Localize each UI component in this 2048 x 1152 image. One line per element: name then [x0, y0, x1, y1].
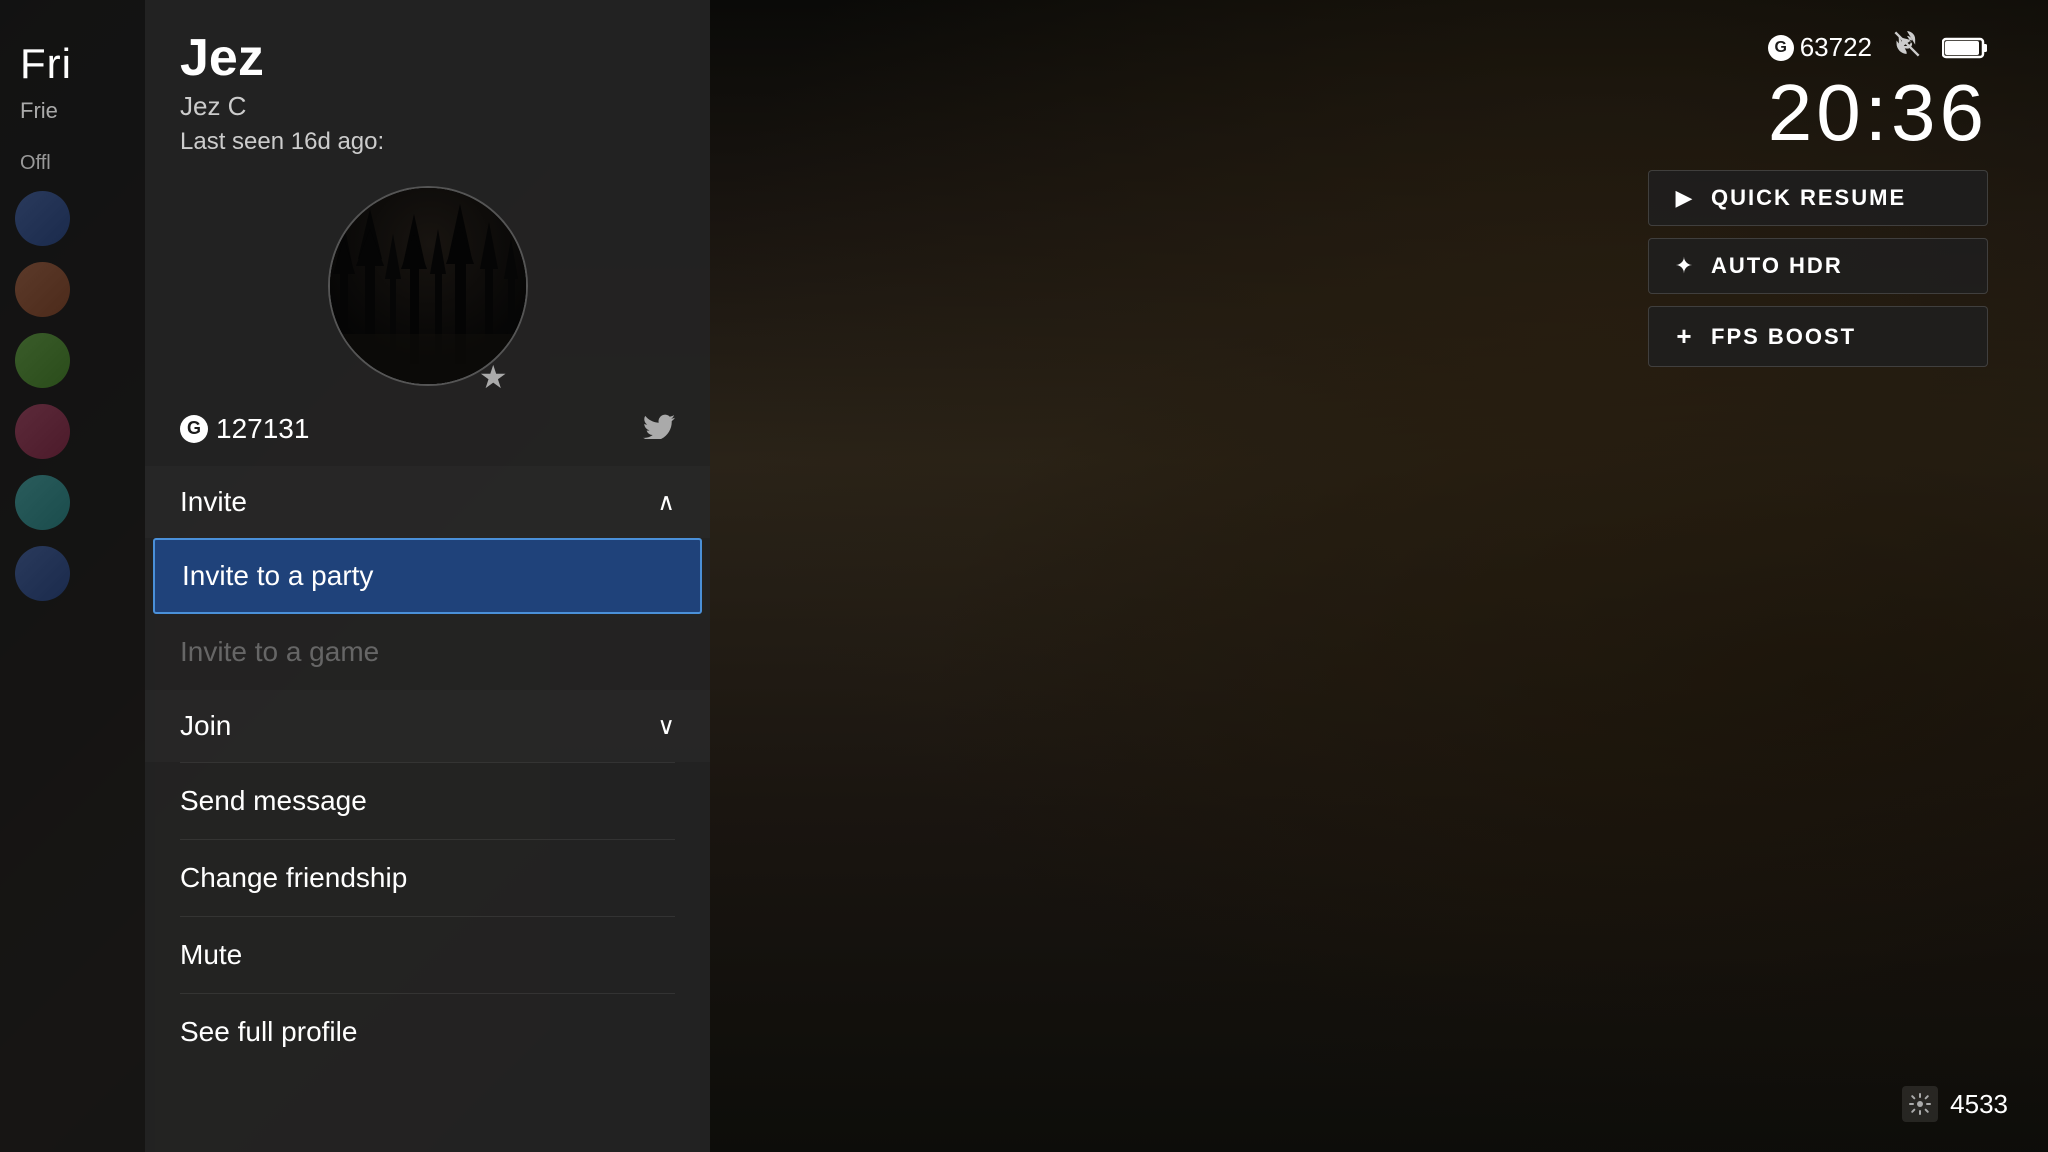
list-item[interactable]: [0, 538, 155, 609]
fps-boost-label: FPS BOOST: [1711, 324, 1856, 350]
quick-resume-label: QUICK RESUME: [1711, 185, 1906, 211]
send-message-item[interactable]: Send message: [145, 763, 710, 839]
star-badge: ★: [479, 358, 508, 396]
avatar: [15, 546, 70, 601]
profile-name: Jez: [180, 30, 675, 87]
hud-status-row: G 63722: [1768, 30, 1988, 65]
invite-group-header[interactable]: Invite ∧: [145, 466, 710, 538]
quick-resume-button[interactable]: ▶ QUICK RESUME: [1648, 170, 1988, 226]
menu-section: Invite ∧ Invite to a party Invite to a g…: [145, 466, 710, 1152]
list-item[interactable]: [0, 396, 155, 467]
hud-mute-icon: [1892, 30, 1922, 65]
g-icon: G: [180, 415, 208, 443]
auto-hdr-label: AUTO HDR: [1711, 253, 1843, 279]
hud-g-icon: G: [1768, 35, 1794, 61]
join-label: Join: [180, 710, 231, 742]
hud-gamerscore: G 63722: [1768, 32, 1872, 63]
invite-to-game-label: Invite to a game: [180, 636, 379, 667]
hud-time: 20:36: [1768, 73, 1988, 153]
list-item[interactable]: [0, 183, 155, 254]
twitter-icon[interactable]: [643, 411, 675, 446]
invite-chevron-up-icon: ∧: [657, 488, 675, 517]
invite-to-game-item[interactable]: Invite to a game: [145, 614, 710, 690]
profile-stats: G 127131: [145, 406, 710, 466]
profile-gamertag: Jez C: [180, 91, 675, 122]
br-icon: [1902, 1086, 1938, 1122]
profile-header: Jez Jez C Last seen 16d ago:: [145, 0, 710, 176]
see-full-profile-label: See full profile: [180, 1016, 357, 1047]
avatar: [15, 404, 70, 459]
list-item[interactable]: [0, 254, 155, 325]
list-item[interactable]: [0, 467, 155, 538]
sidebar-offline-label: Offl: [0, 144, 155, 183]
sidebar-title: Fri: [0, 30, 155, 98]
change-friendship-label: Change friendship: [180, 862, 407, 893]
bottom-right-hud: 4533: [1902, 1086, 2008, 1122]
fps-boost-icon: +: [1671, 321, 1697, 352]
list-item[interactable]: [0, 325, 155, 396]
profile-gamerscore: G 127131: [180, 413, 309, 445]
invite-label: Invite: [180, 486, 247, 518]
hud-battery-icon: [1942, 35, 1988, 61]
hud-topright: G 63722 20:36: [1768, 30, 1988, 153]
sidebar: Fri Frie Offl: [0, 0, 155, 1152]
join-chevron-down-icon: ∨: [657, 712, 675, 741]
gamerscore-value: 127131: [216, 413, 309, 445]
fps-boost-button[interactable]: + FPS BOOST: [1648, 306, 1988, 367]
profile-avatar-container: ★: [145, 176, 710, 406]
avatar: [15, 475, 70, 530]
action-buttons: ▶ QUICK RESUME ✦ AUTO HDR + FPS BOOST: [1648, 170, 1988, 367]
see-full-profile-item[interactable]: See full profile: [145, 994, 710, 1070]
profile-panel: Jez Jez C Last seen 16d ago:: [145, 0, 710, 1152]
change-friendship-item[interactable]: Change friendship: [145, 840, 710, 916]
profile-last-seen: Last seen 16d ago:: [180, 128, 675, 156]
invite-to-party-label: Invite to a party: [182, 560, 373, 591]
avatar-forest-bg: [330, 188, 526, 384]
play-icon: ▶: [1671, 185, 1697, 211]
avatar: [15, 333, 70, 388]
avatar: [15, 262, 70, 317]
br-count: 4533: [1950, 1089, 2008, 1120]
join-group-header[interactable]: Join ∨: [145, 690, 710, 762]
auto-hdr-button[interactable]: ✦ AUTO HDR: [1648, 238, 1988, 294]
avatar: [15, 191, 70, 246]
sidebar-subtitle: Frie: [0, 98, 155, 144]
hud-gscore-value: 63722: [1800, 32, 1872, 63]
send-message-label: Send message: [180, 785, 367, 816]
hdr-icon: ✦: [1671, 253, 1697, 279]
invite-to-party-item[interactable]: Invite to a party: [153, 538, 702, 614]
mute-item[interactable]: Mute: [145, 917, 710, 993]
mute-label: Mute: [180, 939, 242, 970]
profile-avatar: [328, 186, 528, 386]
